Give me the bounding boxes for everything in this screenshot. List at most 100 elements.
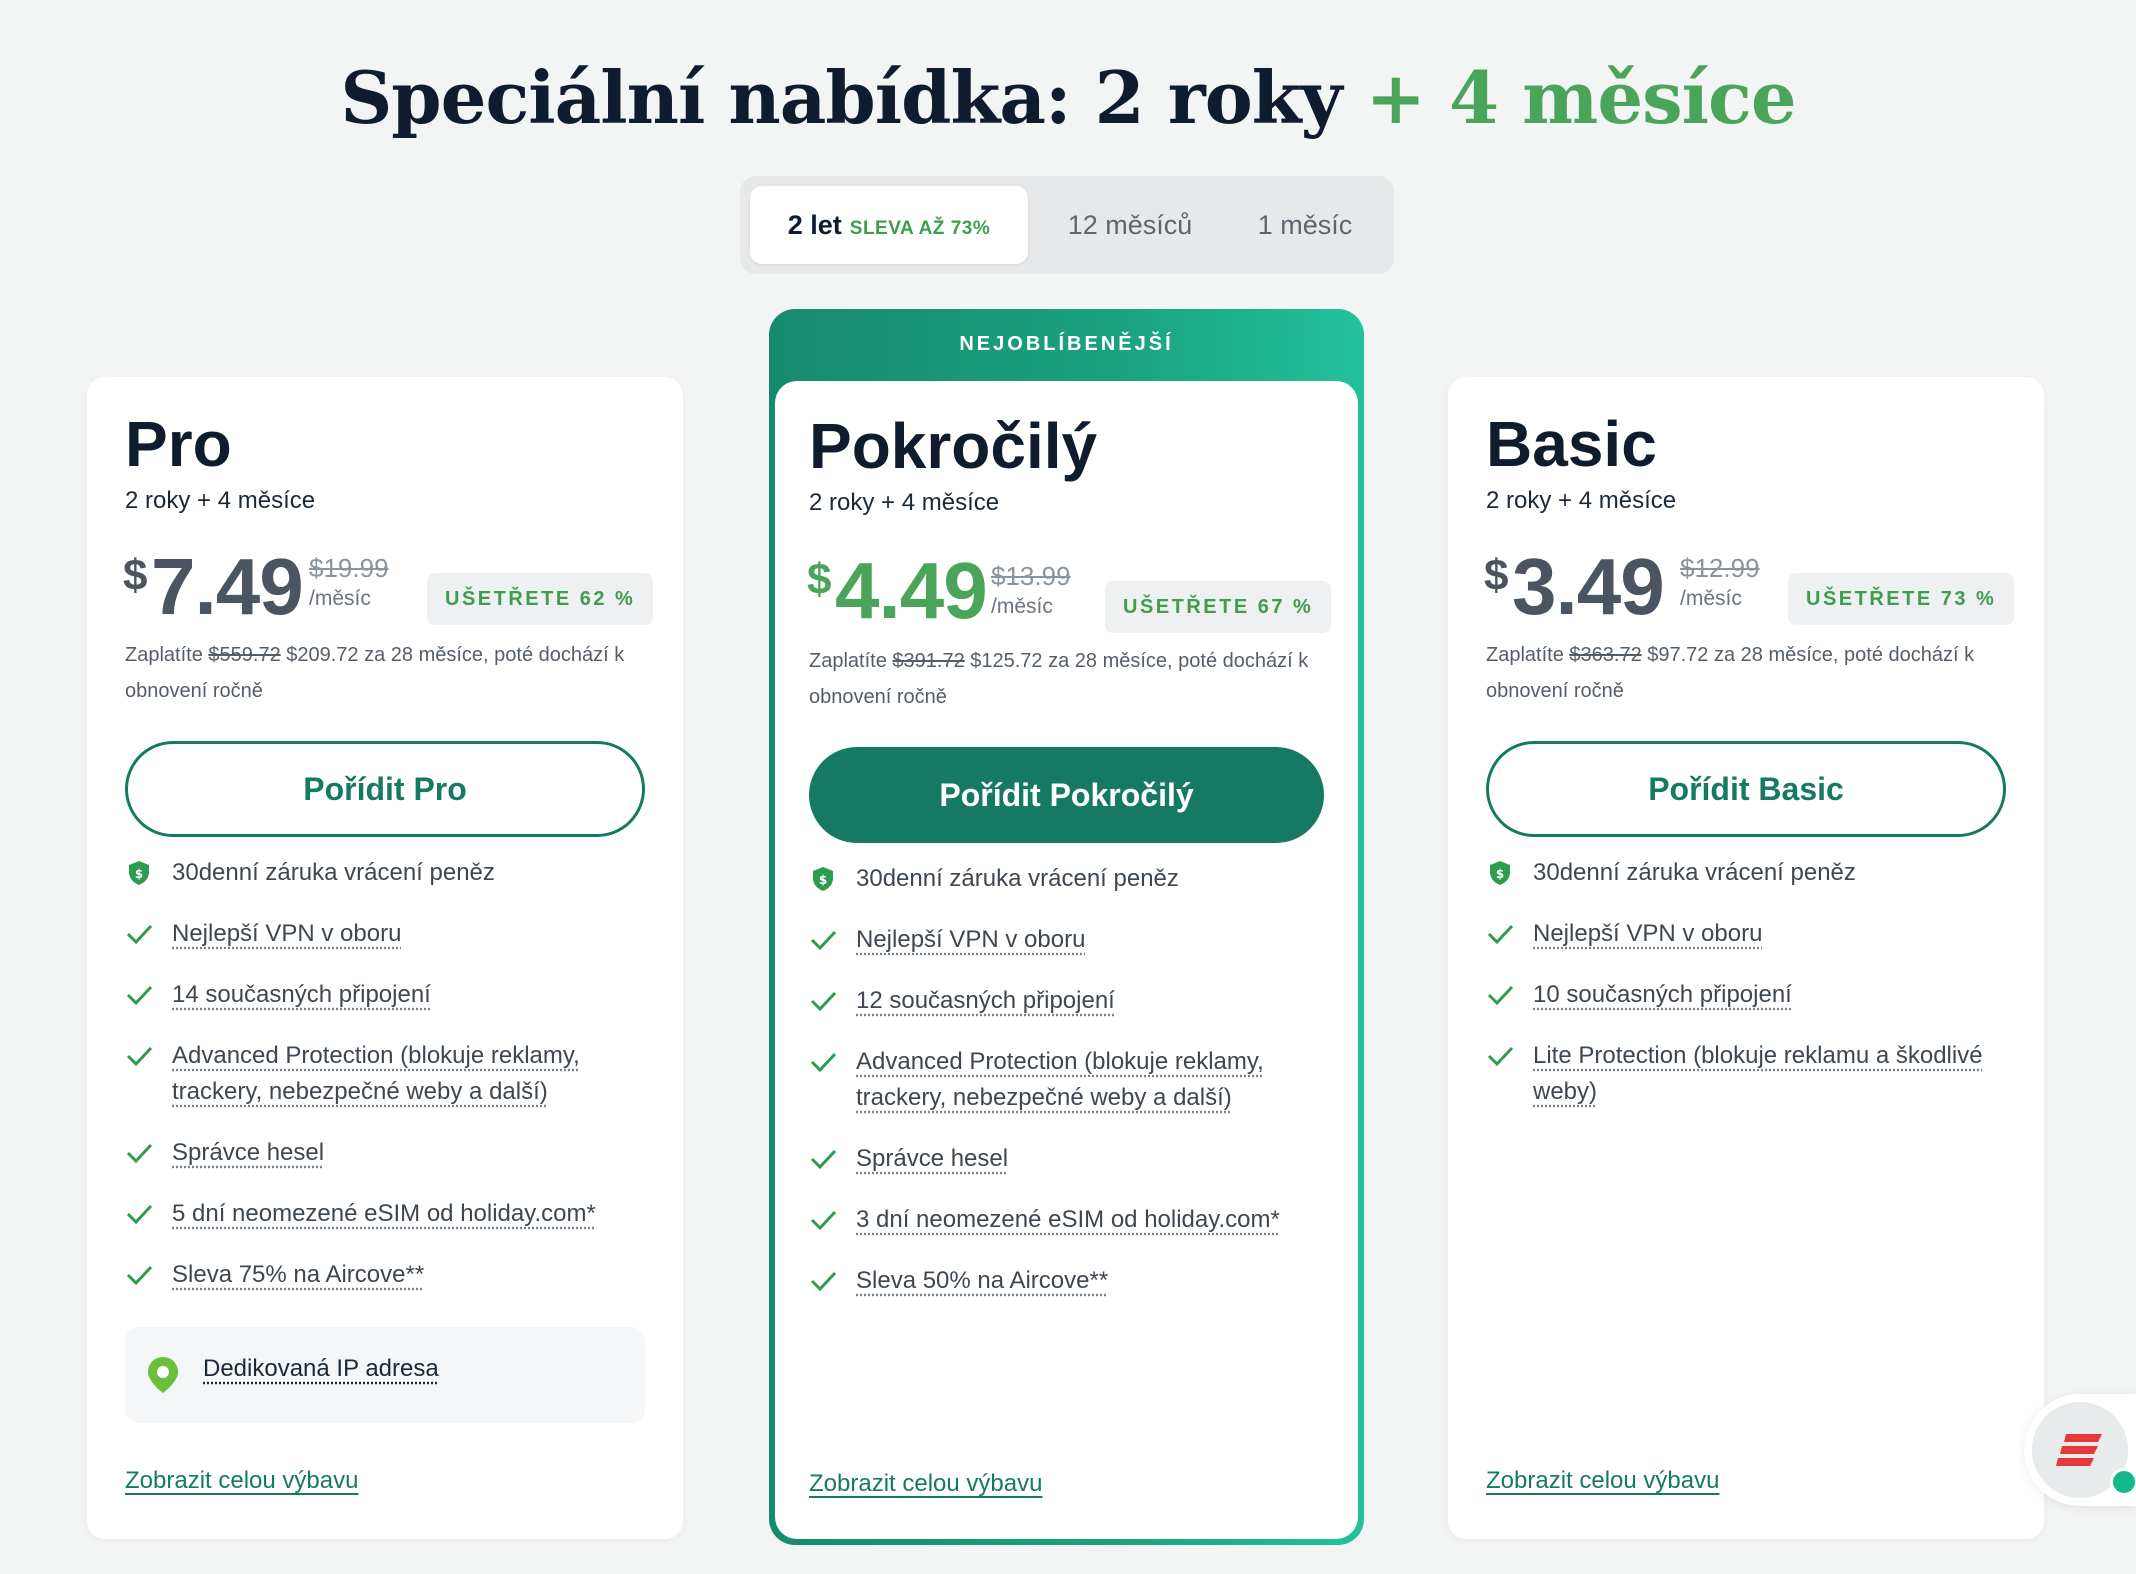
list-item: $ 30denní záruka vrácení peněz [125,855,645,891]
list-item: Nejlepší VPN v oboru [125,916,645,952]
feature-link[interactable]: Lite Protection (blokuje reklamu a škodl… [1533,1042,1983,1105]
feature-link[interactable]: Nejlepší VPN v oboru [856,926,1085,953]
feature-link[interactable]: 14 současných připojení [172,981,431,1008]
savings-badge: UŠETŘETE 67 % [1105,581,1332,633]
plan-name: Basic [1486,408,1657,480]
list-item: 5 dní neomezené eSIM od holiday.com* [125,1196,645,1232]
list-item: Advanced Protection (blokuje reklamy, tr… [809,1044,1329,1116]
list-item: Správce hesel [125,1135,645,1171]
checkmark-icon [810,1149,837,1170]
show-all-features-link[interactable]: Zobrazit celou výbavu [809,1470,1042,1498]
list-item: Sleva 75% na Aircove** [125,1257,645,1293]
list-item: Lite Protection (blokuje reklamu a škodl… [1486,1038,2006,1110]
checkmark-icon [126,1143,153,1164]
old-price: $12.99 [1680,553,1760,583]
checkmark-icon [810,1210,837,1231]
checkmark-icon [126,1204,153,1225]
checkmark-icon [1487,985,1514,1006]
savings-badge: UŠETŘETE 62 % [427,573,654,625]
pay-prefix: Zaplatíte [809,650,887,672]
get-basic-button[interactable]: Pořídit Basic [1486,741,2006,837]
feature-text: 30denní záruka vrácení peněz [172,859,495,886]
most-popular-label: NEJOBLÍBENĚJŠÍ [959,333,1174,355]
feature-link[interactable]: Nejlepší VPN v oboru [1533,920,1762,947]
checkmark-icon [126,985,153,1006]
feature-text: 30denní záruka vrácení peněz [1533,859,1856,886]
price-amount: 7.49 [151,542,304,631]
list-item: 12 současných připojení [809,983,1329,1019]
list-item: Nejlepší VPN v oboru [809,922,1329,958]
checkmark-icon [810,1052,837,1073]
currency-symbol: $ [807,555,832,604]
list-item: $ 30denní záruka vrácení peněz [809,861,1329,897]
plan-card-pro: Pro 2 roky + 4 měsíce $ 7.49 $19.99 /měs… [87,377,683,1539]
feature-link[interactable]: Advanced Protection (blokuje reklamy, tr… [172,1042,580,1105]
per-month: /měsíc [309,587,371,610]
list-item: 3 dní neomezené eSIM od holiday.com* [809,1202,1329,1238]
pay-prefix: Zaplatíte [125,644,203,666]
pay-old: $363.72 [1569,644,1642,666]
headline-accent: + 4 měsíce [1365,55,1797,140]
list-item: Nejlepší VPN v oboru [1486,916,2006,952]
feature-link[interactable]: 3 dní neomezené eSIM od holiday.com* [856,1206,1280,1233]
shield-dollar-icon: $ [813,867,833,891]
feature-list: $ 30denní záruka vrácení peněz Nejlepší … [125,855,645,1318]
list-item: 10 současných připojení [1486,977,2006,1013]
shield-dollar-icon: $ [1490,861,1510,885]
show-all-features-link[interactable]: Zobrazit celou výbavu [1486,1467,1719,1495]
plan-term: 2 roky + 4 měsíce [809,489,1000,516]
tab-1-month[interactable]: 1 měsíc [1230,186,1380,264]
location-pin-icon [148,1357,178,1393]
discount-badge: SLEVA AŽ 73% [849,218,991,239]
payment-note: Zaplatíte $559.72 $209.72 za 28 měsíce, … [125,637,655,709]
plan-card-advanced: Pokročilý 2 roky + 4 měsíce $ 4.49 $13.9… [775,381,1358,1539]
dedicated-ip-link[interactable]: Dedikovaná IP adresa [203,1355,439,1383]
plan-term: 2 roky + 4 měsíce [125,487,316,514]
savings-badge: UŠETŘETE 73 % [1788,573,2015,625]
feature-text: 30denní záruka vrácení peněz [856,865,1179,892]
feature-link[interactable]: Advanced Protection (blokuje reklamy, tr… [856,1048,1264,1111]
pay-old: $391.72 [892,650,965,672]
billing-period-tabs: 2 let SLEVA AŽ 73% 12 měsíců 1 měsíc [740,176,1394,274]
checkmark-icon [1487,1046,1514,1067]
currency-symbol: $ [1484,551,1509,600]
old-price: $13.99 [991,561,1071,591]
headline-main: Speciální nabídka: 2 roky [340,55,1342,140]
plan-name: Pro [125,408,232,480]
feature-link[interactable]: Správce hesel [856,1145,1008,1172]
feature-link[interactable]: Sleva 50% na Aircove** [856,1267,1108,1294]
svg-text:$: $ [135,867,143,881]
feature-link[interactable]: 12 současných připojení [856,987,1115,1014]
feature-list: $ 30denní záruka vrácení peněz Nejlepší … [809,861,1329,1324]
old-price: $19.99 [309,553,389,583]
checkmark-icon [126,924,153,945]
pay-prefix: Zaplatíte [1486,644,1564,666]
get-pro-button[interactable]: Pořídit Pro [125,741,645,837]
dedicated-ip-box: Dedikovaná IP adresa [125,1327,645,1423]
payment-note: Zaplatíte $363.72 $97.72 za 28 měsíce, p… [1486,637,2016,709]
feature-link[interactable]: 5 dní neomezené eSIM od holiday.com* [172,1200,596,1227]
payment-note: Zaplatíte $391.72 $125.72 za 28 měsíce, … [809,643,1334,715]
pay-old: $559.72 [208,644,281,666]
plan-name: Pokročilý [809,410,1098,482]
checkmark-icon [810,991,837,1012]
get-advanced-button[interactable]: Pořídit Pokročilý [809,747,1324,843]
chat-widget-button[interactable] [2024,1394,2136,1506]
feature-list: $ 30denní záruka vrácení peněz Nejlepší … [1486,855,2006,1135]
feature-link[interactable]: Správce hesel [172,1139,324,1166]
feature-link[interactable]: Sleva 75% na Aircove** [172,1261,424,1288]
checkmark-icon [126,1046,153,1067]
list-item: Sleva 50% na Aircove** [809,1263,1329,1299]
show-all-features-link[interactable]: Zobrazit celou výbavu [125,1467,358,1495]
list-item: Advanced Protection (blokuje reklamy, tr… [125,1038,645,1110]
checkmark-icon [810,1271,837,1292]
feature-link[interactable]: 10 současných připojení [1533,981,1792,1008]
page-headline: Speciální nabídka: 2 roky + 4 měsíce [0,55,2136,140]
feature-link[interactable]: Nejlepší VPN v oboru [172,920,401,947]
tab-2-years[interactable]: 2 let SLEVA AŽ 73% [750,186,1028,264]
list-item: 14 současných připojení [125,977,645,1013]
svg-text:$: $ [819,873,827,887]
list-item: $ 30denní záruka vrácení peněz [1486,855,2006,891]
tab-12-months[interactable]: 12 měsíců [1050,186,1210,264]
plan-card-basic: Basic 2 roky + 4 měsíce $ 3.49 $12.99 /m… [1448,377,2044,1539]
